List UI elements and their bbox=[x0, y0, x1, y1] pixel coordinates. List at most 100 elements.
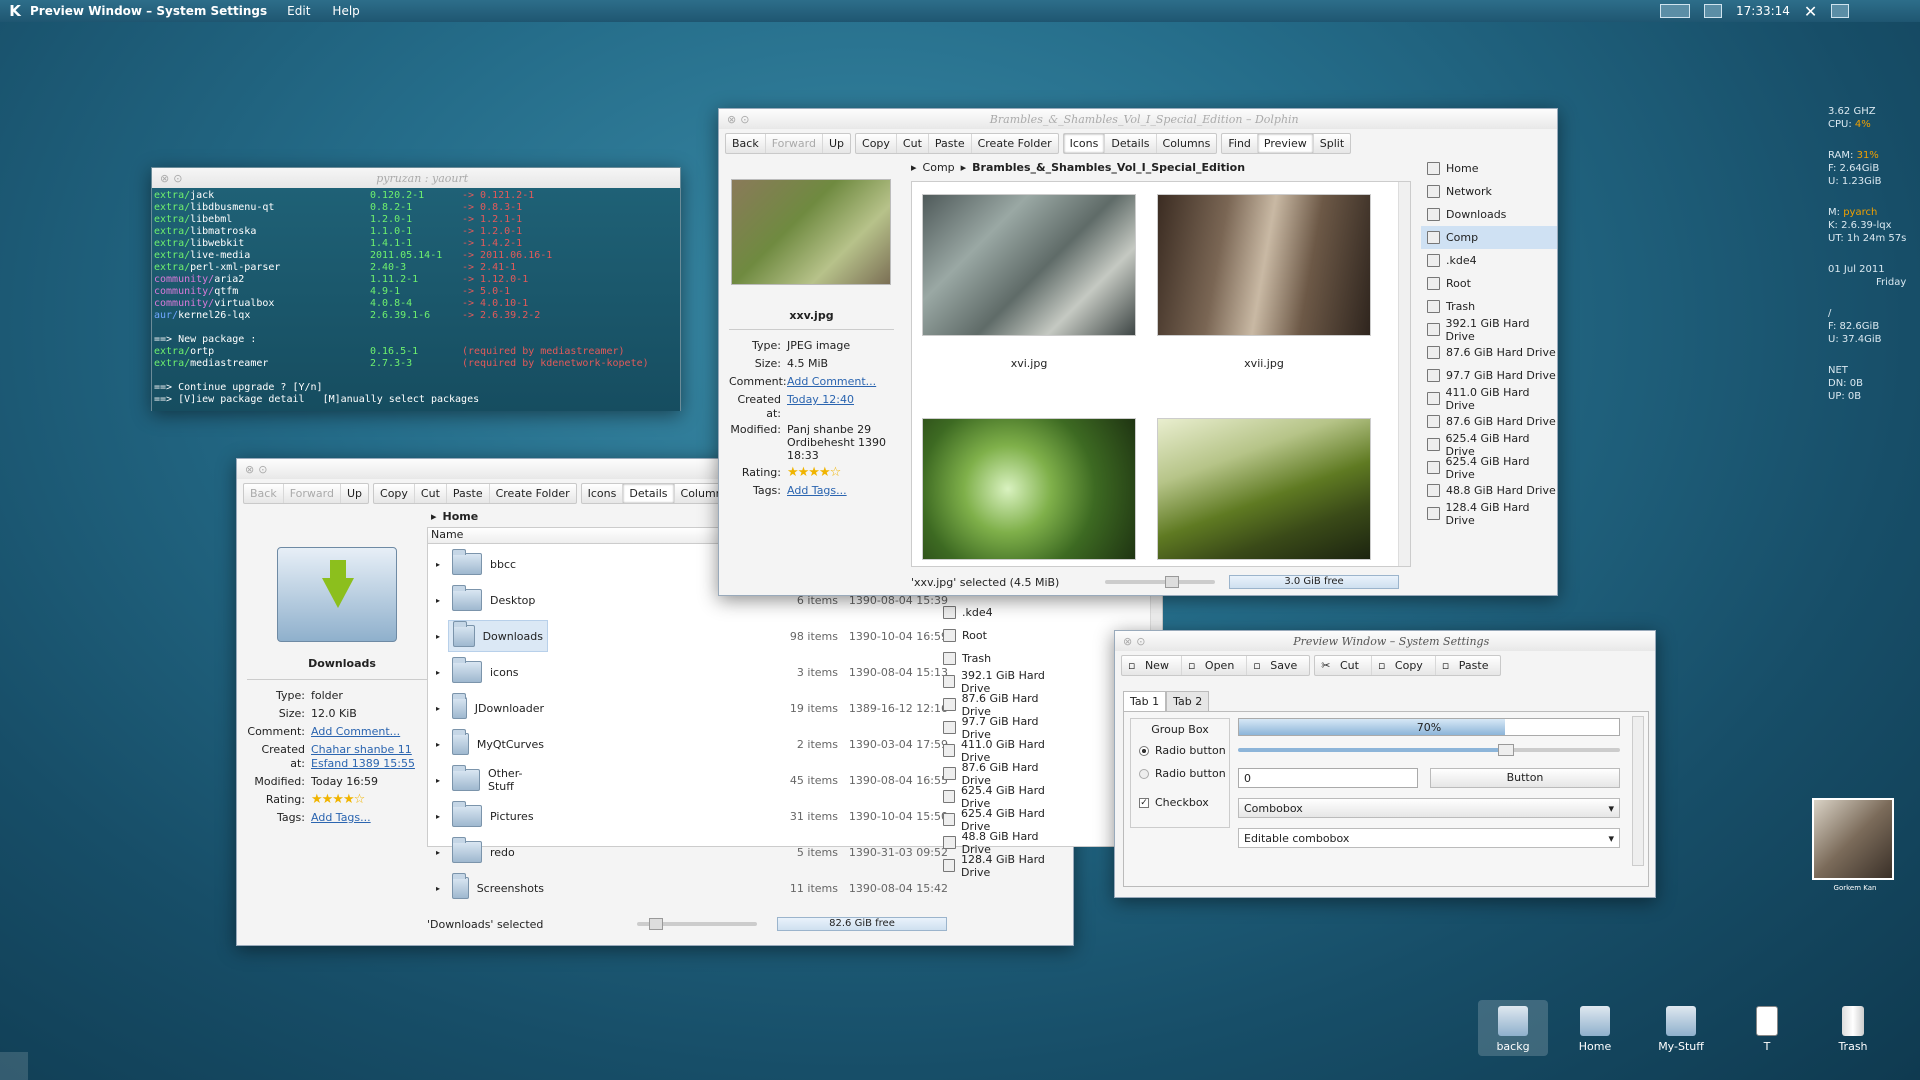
file-row[interactable]: ▸ Screenshots 11 items 1390-08-04 15:42 bbox=[428, 870, 948, 906]
combobox[interactable]: Combobox ▾ bbox=[1238, 798, 1620, 818]
file-row[interactable]: ▸ redo 5 items 1390-31-03 09:52 bbox=[428, 834, 948, 870]
created-value[interactable]: Chahar shanbe 11 bbox=[311, 743, 412, 756]
places-item[interactable]: Trash bbox=[1421, 295, 1557, 318]
expand-arrow-icon[interactable]: ▸ bbox=[428, 704, 448, 713]
places-item[interactable]: Home bbox=[1421, 157, 1557, 180]
desktop-icon-t[interactable]: T bbox=[1737, 1006, 1797, 1053]
copy-button[interactable]: ▫ Copy bbox=[1372, 656, 1436, 675]
dolphin-pictures-window[interactable]: ⊗ ⊙ Brambles_&_Shambles_Vol_I_Special_Edi… bbox=[718, 108, 1558, 596]
kde-menu-icon[interactable]: K bbox=[0, 2, 30, 20]
breadcrumb-home[interactable]: Home bbox=[443, 510, 479, 523]
add-comment-link[interactable]: Add Comment... bbox=[787, 373, 876, 391]
details-view-button[interactable]: Details bbox=[1105, 134, 1157, 153]
cut-button[interactable]: Cut bbox=[897, 134, 929, 153]
forward-button[interactable]: Forward bbox=[766, 134, 823, 153]
add-tags-link[interactable]: Add Tags... bbox=[787, 482, 847, 500]
terminal-window[interactable]: ⊗ ⊙ pyruzan : yaourt extra/jack 0.120.2-1-… bbox=[151, 167, 681, 411]
radio-1[interactable] bbox=[1139, 745, 1149, 756]
places-item[interactable]: 87.6 GiB Hard Drive bbox=[937, 692, 1067, 718]
paste-button[interactable]: Paste bbox=[929, 134, 972, 153]
icon-view[interactable]: xvi.jpg xvii.jpg bbox=[911, 181, 1411, 567]
push-button[interactable]: Button bbox=[1430, 768, 1620, 788]
create-folder-button[interactable]: Create Folder bbox=[490, 484, 576, 503]
breadcrumb-current[interactable]: Brambles_&_Shambles_Vol_I_Special_Editio… bbox=[972, 161, 1245, 174]
file-row[interactable]: ▸ Pictures 31 items 1390-10-04 15:50 bbox=[428, 798, 948, 834]
thumbnail-xvii[interactable] bbox=[1157, 194, 1371, 336]
expand-arrow-icon[interactable]: ▸ bbox=[428, 812, 448, 821]
checkbox[interactable]: ✓ bbox=[1139, 797, 1149, 808]
places-item[interactable]: 411.0 GiB Hard Drive bbox=[937, 738, 1067, 764]
places-item[interactable]: 392.1 GiB Hard Drive bbox=[1421, 317, 1557, 343]
rating-stars[interactable]: ★★★★☆ bbox=[311, 791, 365, 809]
save-button[interactable]: ▫ Save bbox=[1247, 656, 1309, 675]
copy-button[interactable]: Copy bbox=[856, 134, 897, 153]
places-item[interactable]: 411.0 GiB Hard Drive bbox=[1421, 386, 1557, 412]
file-row[interactable]: ▸ JDownloader 19 items 1389-16-12 12:16 bbox=[428, 690, 948, 726]
file-row[interactable]: ▸ Downloads 98 items 1390-10-04 16:59 bbox=[428, 618, 948, 654]
places-item[interactable]: 128.4 GiB Hard Drive bbox=[1421, 501, 1557, 527]
split-button[interactable]: Split bbox=[1314, 134, 1350, 153]
places-item[interactable]: 625.4 GiB Hard Drive bbox=[937, 784, 1067, 810]
activity-icon[interactable] bbox=[0, 1052, 28, 1080]
places-item[interactable]: Root bbox=[1421, 272, 1557, 295]
created-value-2[interactable]: Esfand 1389 15:55 bbox=[311, 757, 415, 770]
places-item[interactable]: 87.6 GiB Hard Drive bbox=[1421, 410, 1557, 433]
close-icon[interactable]: ⊗ bbox=[727, 113, 736, 126]
created-value[interactable]: Today 12:40 bbox=[787, 393, 854, 421]
scrollbar[interactable] bbox=[1398, 182, 1410, 566]
terminal-titlebar[interactable]: ⊗ ⊙ pyruzan : yaourt bbox=[152, 168, 680, 188]
show-desktop-icon[interactable] bbox=[1704, 4, 1722, 18]
copy-button[interactable]: Copy bbox=[374, 484, 415, 503]
expand-arrow-icon[interactable]: ▸ bbox=[428, 668, 448, 677]
create-folder-button[interactable]: Create Folder bbox=[972, 134, 1058, 153]
breadcrumb-comp[interactable]: Comp bbox=[923, 161, 955, 174]
window-list-icon[interactable] bbox=[1831, 4, 1850, 18]
desktop-pager-icon[interactable] bbox=[1660, 4, 1690, 18]
minimize-icon[interactable]: ⊙ bbox=[173, 172, 182, 185]
back-button[interactable]: Back bbox=[726, 134, 766, 153]
places-item[interactable]: 128.4 GiB Hard Drive bbox=[937, 853, 1067, 879]
radio-2[interactable] bbox=[1139, 768, 1149, 779]
places-item[interactable]: Root bbox=[937, 624, 1067, 647]
preview-button[interactable]: Preview bbox=[1257, 134, 1314, 153]
settings-preview-window[interactable]: ⊗ ⊙ Preview Window – System Settings ▫ Ne… bbox=[1114, 630, 1656, 898]
columns-view-button[interactable]: Columns bbox=[1157, 134, 1217, 153]
expand-arrow-icon[interactable]: ▸ bbox=[428, 740, 448, 749]
places-item[interactable]: .kde4 bbox=[937, 601, 1067, 624]
add-tags-link[interactable]: Add Tags... bbox=[311, 809, 371, 827]
forward-button[interactable]: Forward bbox=[284, 484, 341, 503]
places-item[interactable]: 625.4 GiB Hard Drive bbox=[937, 807, 1067, 833]
expand-arrow-icon[interactable]: ▸ bbox=[428, 848, 448, 857]
menu-edit[interactable]: Edit bbox=[287, 4, 310, 18]
expand-arrow-icon[interactable]: ▸ bbox=[428, 560, 448, 569]
file-row[interactable]: ▸ icons 3 items 1390-08-04 15:13 bbox=[428, 654, 948, 690]
desktop-icon-trash[interactable]: Trash bbox=[1823, 1006, 1883, 1053]
close-icon[interactable]: ⊗ bbox=[1123, 635, 1132, 648]
places-item[interactable]: 392.1 GiB Hard Drive bbox=[937, 669, 1067, 695]
close-icon[interactable]: ⊗ bbox=[245, 463, 254, 476]
cut-button[interactable]: Cut bbox=[415, 484, 447, 503]
places-item[interactable]: 97.7 GiB Hard Drive bbox=[937, 715, 1067, 741]
places-item[interactable]: 48.8 GiB Hard Drive bbox=[937, 830, 1067, 856]
expand-arrow-icon[interactable]: ▸ bbox=[428, 632, 448, 641]
settings-titlebar[interactable]: ⊗ ⊙ Preview Window – System Settings bbox=[1115, 631, 1655, 651]
back-button[interactable]: Back bbox=[244, 484, 284, 503]
dolphin-pictures-titlebar[interactable]: ⊗ ⊙ Brambles_&_Shambles_Vol_I_Special_Edi… bbox=[719, 109, 1557, 129]
places-item[interactable]: Comp bbox=[1421, 226, 1557, 249]
desktop-icon-backg[interactable]: backg bbox=[1478, 1000, 1548, 1056]
tab-1[interactable]: Tab 1 bbox=[1123, 691, 1167, 712]
desktop-icon-my-stuff[interactable]: My-Stuff bbox=[1651, 1006, 1711, 1053]
places-item[interactable]: 625.4 GiB Hard Drive bbox=[1421, 455, 1557, 481]
zoom-slider[interactable] bbox=[1105, 576, 1215, 588]
places-item[interactable]: 48.8 GiB Hard Drive bbox=[1421, 479, 1557, 502]
expand-arrow-icon[interactable]: ▸ bbox=[428, 884, 448, 893]
slider[interactable] bbox=[1238, 744, 1620, 756]
new-button[interactable]: ▫ New bbox=[1122, 656, 1182, 675]
rating-stars[interactable]: ★★★★☆ bbox=[787, 464, 841, 482]
open-button[interactable]: ▫ Open bbox=[1182, 656, 1248, 675]
places-item[interactable]: 625.4 GiB Hard Drive bbox=[1421, 432, 1557, 458]
tools-icon[interactable]: ✕ bbox=[1804, 2, 1817, 21]
breadcrumb[interactable]: ▸ Comp ▸ Brambles_&_Shambles_Vol_I_Special_… bbox=[911, 161, 1245, 174]
spin-box[interactable]: 0 bbox=[1238, 768, 1418, 788]
thumbnail-moss[interactable] bbox=[1157, 418, 1371, 560]
